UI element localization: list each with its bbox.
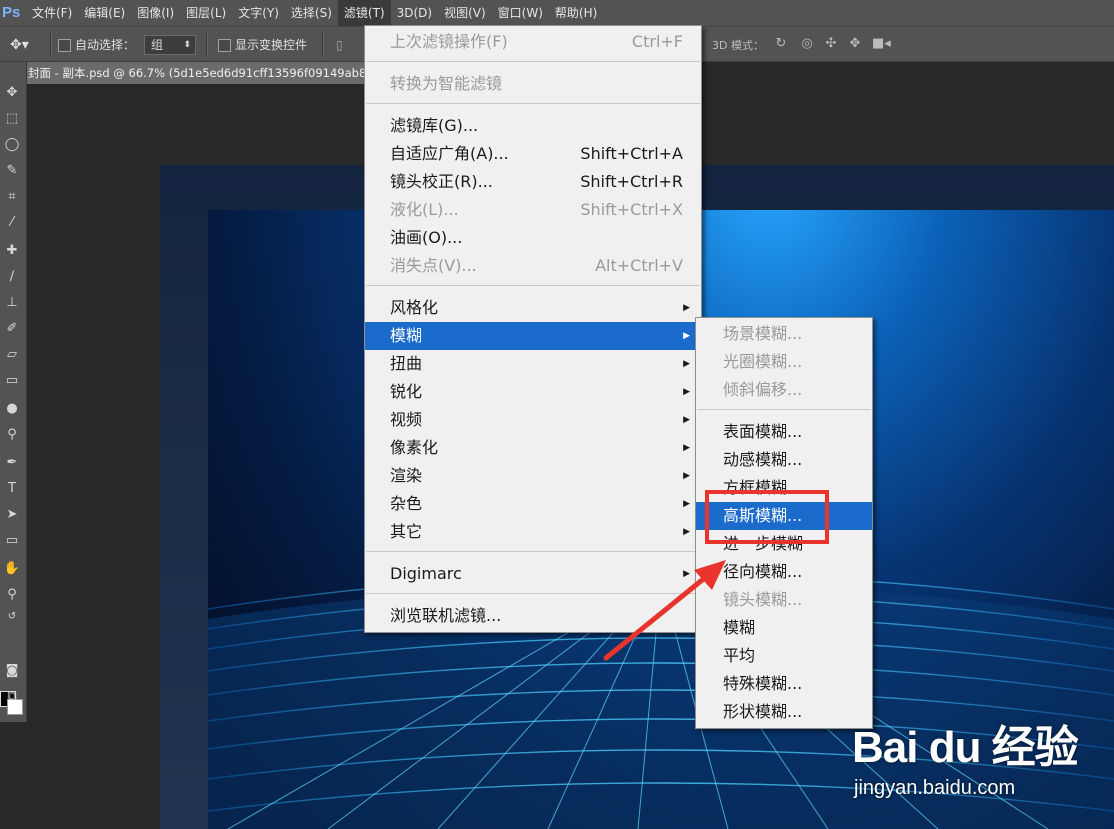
- baidu-jingyan-watermark: Bai du 经验 jingyan.baidu.com: [852, 700, 1114, 829]
- watermark-brand: Bai du 经验: [852, 723, 1079, 772]
- watermark-url: jingyan.baidu.com: [854, 777, 1016, 799]
